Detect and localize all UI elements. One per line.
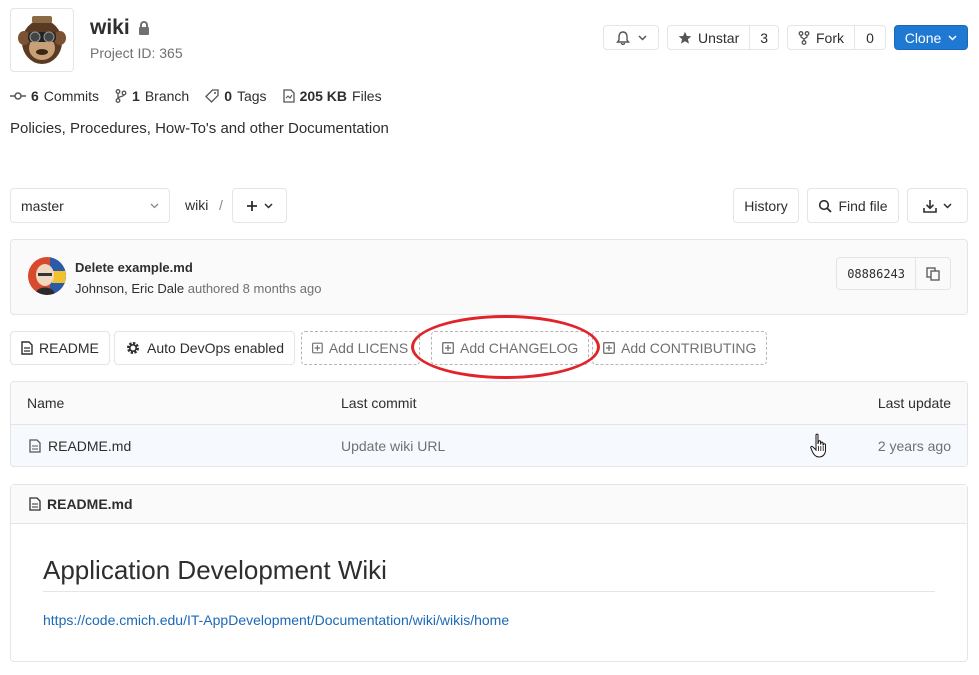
clone-label: Clone xyxy=(904,29,942,46)
stat-count: 205 KB xyxy=(299,88,348,104)
breadcrumb-project[interactable]: wiki xyxy=(185,197,208,213)
find-file-label: Find file xyxy=(838,197,888,214)
column-header-last-commit: Last commit xyxy=(341,395,417,411)
copy-sha-button[interactable] xyxy=(916,258,950,289)
file-last-update: 2 years ago xyxy=(877,438,951,454)
readme-button-label: README xyxy=(39,340,99,356)
stat-label: Commits xyxy=(43,88,100,104)
star-icon xyxy=(678,31,692,44)
project-title: wiki xyxy=(90,16,150,40)
branch-select[interactable]: master xyxy=(10,188,170,223)
stat-files[interactable]: 205 KB Files xyxy=(282,88,382,104)
hand-cursor-icon xyxy=(810,433,826,458)
unstar-button[interactable]: Unstar xyxy=(668,26,751,49)
stat-count: 1 xyxy=(132,88,140,104)
document-icon xyxy=(29,439,41,453)
project-stats: 6 Commits 1 Branch 0 Tags 205 KB Files xyxy=(10,88,382,104)
file-name-cell[interactable]: README.md xyxy=(29,438,131,454)
commit-title[interactable]: Delete example.md xyxy=(75,260,193,275)
commit-author[interactable]: Johnson, Eric Dale xyxy=(75,281,184,296)
fork-button[interactable]: Fork xyxy=(788,26,855,49)
auto-devops-button[interactable]: Auto DevOps enabled xyxy=(114,331,295,365)
commit-icon xyxy=(10,92,26,100)
author-avatar[interactable] xyxy=(28,257,66,295)
stat-label: Files xyxy=(352,88,382,104)
breadcrumb-separator: / xyxy=(219,197,223,213)
copy-icon xyxy=(926,266,940,281)
history-button[interactable]: History xyxy=(733,188,799,223)
stat-count: 0 xyxy=(224,88,232,104)
add-dropdown[interactable] xyxy=(232,188,287,223)
stat-tags[interactable]: 0 Tags xyxy=(205,88,267,104)
search-icon xyxy=(819,199,833,213)
notification-dropdown[interactable] xyxy=(603,25,659,50)
add-changelog-button[interactable]: Add CHANGELOG xyxy=(431,331,590,365)
branch-icon xyxy=(115,89,127,103)
chevron-down-icon xyxy=(637,34,647,41)
add-license-label: Add LICENSE xyxy=(328,340,409,356)
fork-icon xyxy=(798,30,810,45)
readme-divider xyxy=(43,591,935,592)
column-header-last-update: Last update xyxy=(877,395,951,411)
chevron-down-icon xyxy=(948,34,957,41)
plus-square-icon xyxy=(603,342,615,354)
add-changelog-label: Add CHANGELOG xyxy=(460,340,579,356)
file-icon xyxy=(282,89,295,103)
plus-square-icon xyxy=(312,342,323,354)
last-commit-panel: Delete example.md Johnson, Eric Dale aut… xyxy=(10,239,968,315)
bell-icon xyxy=(615,30,630,45)
readme-heading: Application Development Wiki xyxy=(43,555,387,585)
stat-branches[interactable]: 1 Branch xyxy=(115,88,189,104)
stat-count: 6 xyxy=(31,88,39,104)
author-avatar-image xyxy=(28,257,66,295)
add-contributing-label: Add CONTRIBUTING xyxy=(621,340,757,356)
download-icon xyxy=(923,199,937,213)
star-group: Unstar 3 xyxy=(667,25,779,50)
stat-label: Branch xyxy=(144,88,190,104)
stat-label: Tags xyxy=(236,88,267,104)
gear-icon xyxy=(127,342,139,354)
project-id: Project ID: 365 xyxy=(90,45,183,61)
document-icon xyxy=(29,497,41,511)
readme-filename[interactable]: README.md xyxy=(47,496,133,512)
chevron-down-icon xyxy=(264,202,273,209)
history-label: History xyxy=(744,197,788,214)
add-license-button[interactable]: Add LICENSE xyxy=(301,331,420,365)
auto-devops-label: Auto DevOps enabled xyxy=(147,340,284,356)
commit-sha[interactable]: 08886243 xyxy=(837,258,916,289)
chevron-down-icon xyxy=(150,203,159,208)
clone-button[interactable]: Clone xyxy=(894,25,968,50)
fork-count[interactable]: 0 xyxy=(855,30,885,46)
commit-sha-group: 08886243 xyxy=(836,257,951,290)
project-name: wiki xyxy=(90,16,130,39)
project-description: Policies, Procedures, How-To's and other… xyxy=(10,120,389,137)
file-name: README.md xyxy=(48,438,132,454)
chevron-down-icon xyxy=(943,202,952,209)
branch-name: master xyxy=(21,197,64,214)
lock-icon xyxy=(138,21,149,35)
fork-group: Fork 0 xyxy=(787,25,886,50)
unstar-label: Unstar xyxy=(698,29,740,46)
project-avatar[interactable] xyxy=(10,8,74,72)
star-count[interactable]: 3 xyxy=(750,30,778,46)
readme-panel: README.md Application Development Wiki h… xyxy=(10,484,968,662)
table-header: Name Last commit Last update xyxy=(11,382,967,425)
find-file-button[interactable]: Find file xyxy=(807,188,899,223)
document-icon xyxy=(21,341,33,355)
readme-button[interactable]: README xyxy=(10,331,110,365)
add-contributing-button[interactable]: Add CONTRIBUTING xyxy=(592,331,768,365)
file-last-commit[interactable]: Update wiki URL xyxy=(341,438,445,454)
stat-commits[interactable]: 6 Commits xyxy=(10,88,99,104)
download-dropdown[interactable] xyxy=(907,188,968,223)
readme-header: README.md xyxy=(11,485,967,524)
plus-square-icon xyxy=(442,342,454,354)
commit-meta: Johnson, Eric Dale authored 8 months ago xyxy=(75,281,321,296)
column-header-name: Name xyxy=(27,395,65,411)
fork-label: Fork xyxy=(816,29,844,46)
plus-icon xyxy=(247,200,257,211)
readme-wiki-link[interactable]: https://code.cmich.edu/IT-AppDevelopment… xyxy=(43,612,509,628)
tag-icon xyxy=(205,89,219,103)
monkey-avatar-icon xyxy=(18,16,66,64)
commit-authored-text: authored 8 months ago xyxy=(187,281,322,296)
